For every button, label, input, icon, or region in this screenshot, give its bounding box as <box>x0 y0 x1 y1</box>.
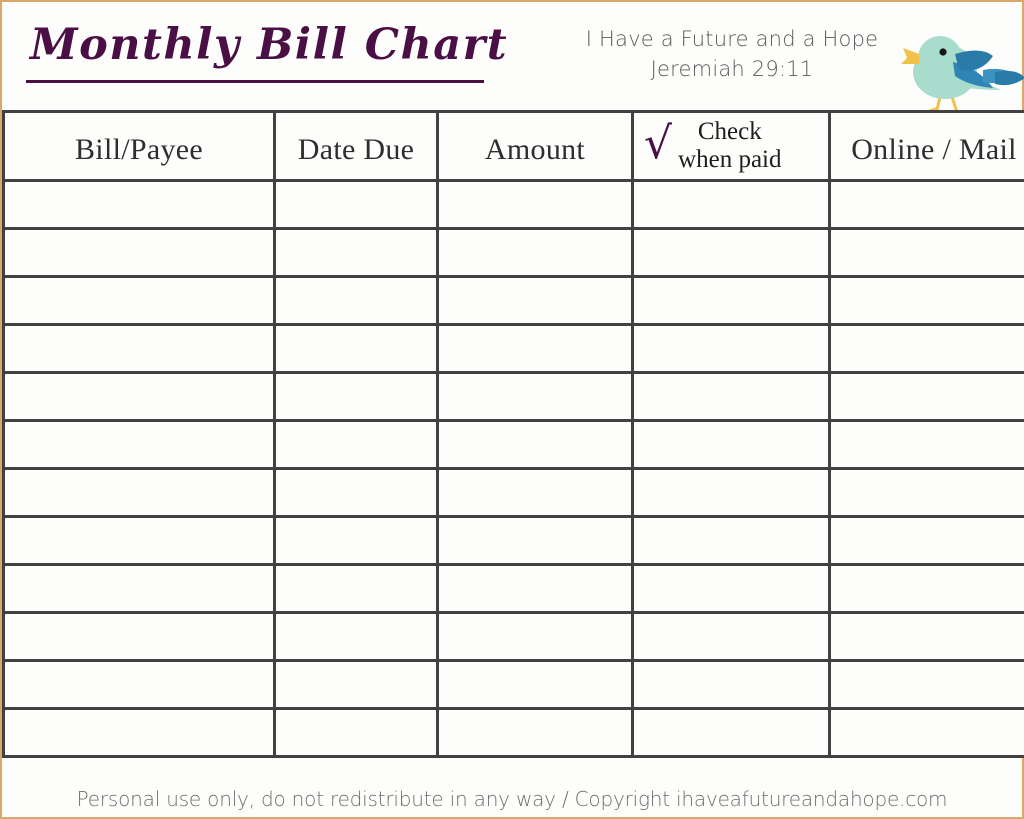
cell-amount[interactable] <box>436 179 634 230</box>
cell-date-due[interactable] <box>273 227 439 278</box>
column-header-bill-payee-label: Bill/Payee <box>75 133 203 166</box>
cell-online-mail[interactable] <box>828 371 1024 422</box>
verse-text: I Have a Future and a Hope <box>585 27 879 51</box>
table-row <box>2 563 1024 614</box>
cell-bill-payee[interactable] <box>2 419 276 470</box>
cell-bill-payee[interactable] <box>2 323 276 374</box>
cell-check-when-paid[interactable] <box>631 227 831 278</box>
check-header-line-2: when paid <box>678 146 782 173</box>
cell-amount[interactable] <box>436 659 634 710</box>
cell-bill-payee[interactable] <box>2 275 276 326</box>
column-header-amount: Amount <box>436 110 634 182</box>
cell-bill-payee[interactable] <box>2 227 276 278</box>
page-title: Monthly Bill Chart <box>30 20 509 70</box>
column-header-online-mail-label: Online / Mail <box>851 133 1017 166</box>
check-header-group: √ Check when paid <box>634 113 828 179</box>
cell-check-when-paid[interactable] <box>631 467 831 518</box>
cell-online-mail[interactable] <box>828 323 1024 374</box>
cell-date-due[interactable] <box>273 563 439 614</box>
cell-amount[interactable] <box>436 515 634 566</box>
cell-check-when-paid[interactable] <box>631 515 831 566</box>
table-row <box>2 467 1024 518</box>
table-row <box>2 659 1024 710</box>
table-header-row: Bill/Payee Date Due Amount √ Check when … <box>2 110 1024 182</box>
cell-date-due[interactable] <box>273 371 439 422</box>
table-row <box>2 515 1024 566</box>
monthly-bill-table: Bill/Payee Date Due Amount √ Check when … <box>2 110 1024 758</box>
cell-amount[interactable] <box>436 227 634 278</box>
cell-bill-payee[interactable] <box>2 467 276 518</box>
cell-bill-payee[interactable] <box>2 179 276 230</box>
table-row <box>2 419 1024 470</box>
table-row <box>2 323 1024 374</box>
cell-amount[interactable] <box>436 563 634 614</box>
cell-check-when-paid[interactable] <box>631 707 831 758</box>
cell-check-when-paid[interactable] <box>631 659 831 710</box>
table-body <box>2 179 1024 758</box>
column-header-check-when-paid: √ Check when paid <box>631 110 831 182</box>
cell-online-mail[interactable] <box>828 275 1024 326</box>
column-header-date-due-label: Date Due <box>297 133 415 166</box>
table-row <box>2 227 1024 278</box>
cell-check-when-paid[interactable] <box>631 275 831 326</box>
cell-date-due[interactable] <box>273 611 439 662</box>
cell-check-when-paid[interactable] <box>631 179 831 230</box>
cell-online-mail[interactable] <box>828 515 1024 566</box>
cell-online-mail[interactable] <box>828 227 1024 278</box>
check-header-line-1: Check <box>697 118 762 145</box>
table-row <box>2 179 1024 230</box>
cell-amount[interactable] <box>436 275 634 326</box>
footer-copyright-note: Personal use only, do not redistribute i… <box>76 787 948 811</box>
cell-online-mail[interactable] <box>828 611 1024 662</box>
checkmark-icon: √ <box>644 118 673 169</box>
cell-amount[interactable] <box>436 323 634 374</box>
cell-date-due[interactable] <box>273 659 439 710</box>
table-header: Bill/Payee Date Due Amount √ Check when … <box>2 110 1024 182</box>
cell-amount[interactable] <box>436 611 634 662</box>
cell-online-mail[interactable] <box>828 179 1024 230</box>
cell-date-due[interactable] <box>273 179 439 230</box>
cell-date-due[interactable] <box>273 467 439 518</box>
verse-reference: Jeremiah 29:11 <box>650 57 814 82</box>
column-header-bill-payee: Bill/Payee <box>2 110 276 182</box>
cell-amount[interactable] <box>436 707 634 758</box>
cell-amount[interactable] <box>436 467 634 518</box>
column-header-date-due: Date Due <box>273 110 439 182</box>
cell-online-mail[interactable] <box>828 419 1024 470</box>
bird-illustration-icon <box>901 36 1024 112</box>
cell-online-mail[interactable] <box>828 707 1024 758</box>
cell-date-due[interactable] <box>273 515 439 566</box>
cell-amount[interactable] <box>436 419 634 470</box>
cell-bill-payee[interactable] <box>2 611 276 662</box>
cell-date-due[interactable] <box>273 275 439 326</box>
cell-date-due[interactable] <box>273 419 439 470</box>
column-header-online-mail: Online / Mail <box>828 110 1024 182</box>
scripture-verse: I Have a Future and a Hope Jeremiah 29:1… <box>542 24 922 85</box>
cell-amount[interactable] <box>436 371 634 422</box>
cell-bill-payee[interactable] <box>2 707 276 758</box>
cell-check-when-paid[interactable] <box>631 563 831 614</box>
table-row <box>2 275 1024 326</box>
cell-date-due[interactable] <box>273 323 439 374</box>
cell-bill-payee[interactable] <box>2 371 276 422</box>
table-row <box>2 707 1024 758</box>
page-header: Monthly Bill Chart I Have a Future and a… <box>2 2 1024 112</box>
cell-online-mail[interactable] <box>828 563 1024 614</box>
cell-check-when-paid[interactable] <box>631 323 831 374</box>
cell-check-when-paid[interactable] <box>631 611 831 662</box>
cell-date-due[interactable] <box>273 707 439 758</box>
cell-check-when-paid[interactable] <box>631 371 831 422</box>
cell-online-mail[interactable] <box>828 659 1024 710</box>
column-header-amount-label: Amount <box>484 133 586 166</box>
cell-bill-payee[interactable] <box>2 515 276 566</box>
cell-bill-payee[interactable] <box>2 563 276 614</box>
title-underline-rule <box>26 80 484 83</box>
check-header-text: Check when paid <box>678 118 781 174</box>
table-row <box>2 371 1024 422</box>
cell-online-mail[interactable] <box>828 467 1024 518</box>
table-row <box>2 611 1024 662</box>
printable-bill-chart-page: Monthly Bill Chart I Have a Future and a… <box>0 0 1024 819</box>
cell-bill-payee[interactable] <box>2 659 276 710</box>
cell-check-when-paid[interactable] <box>631 419 831 470</box>
